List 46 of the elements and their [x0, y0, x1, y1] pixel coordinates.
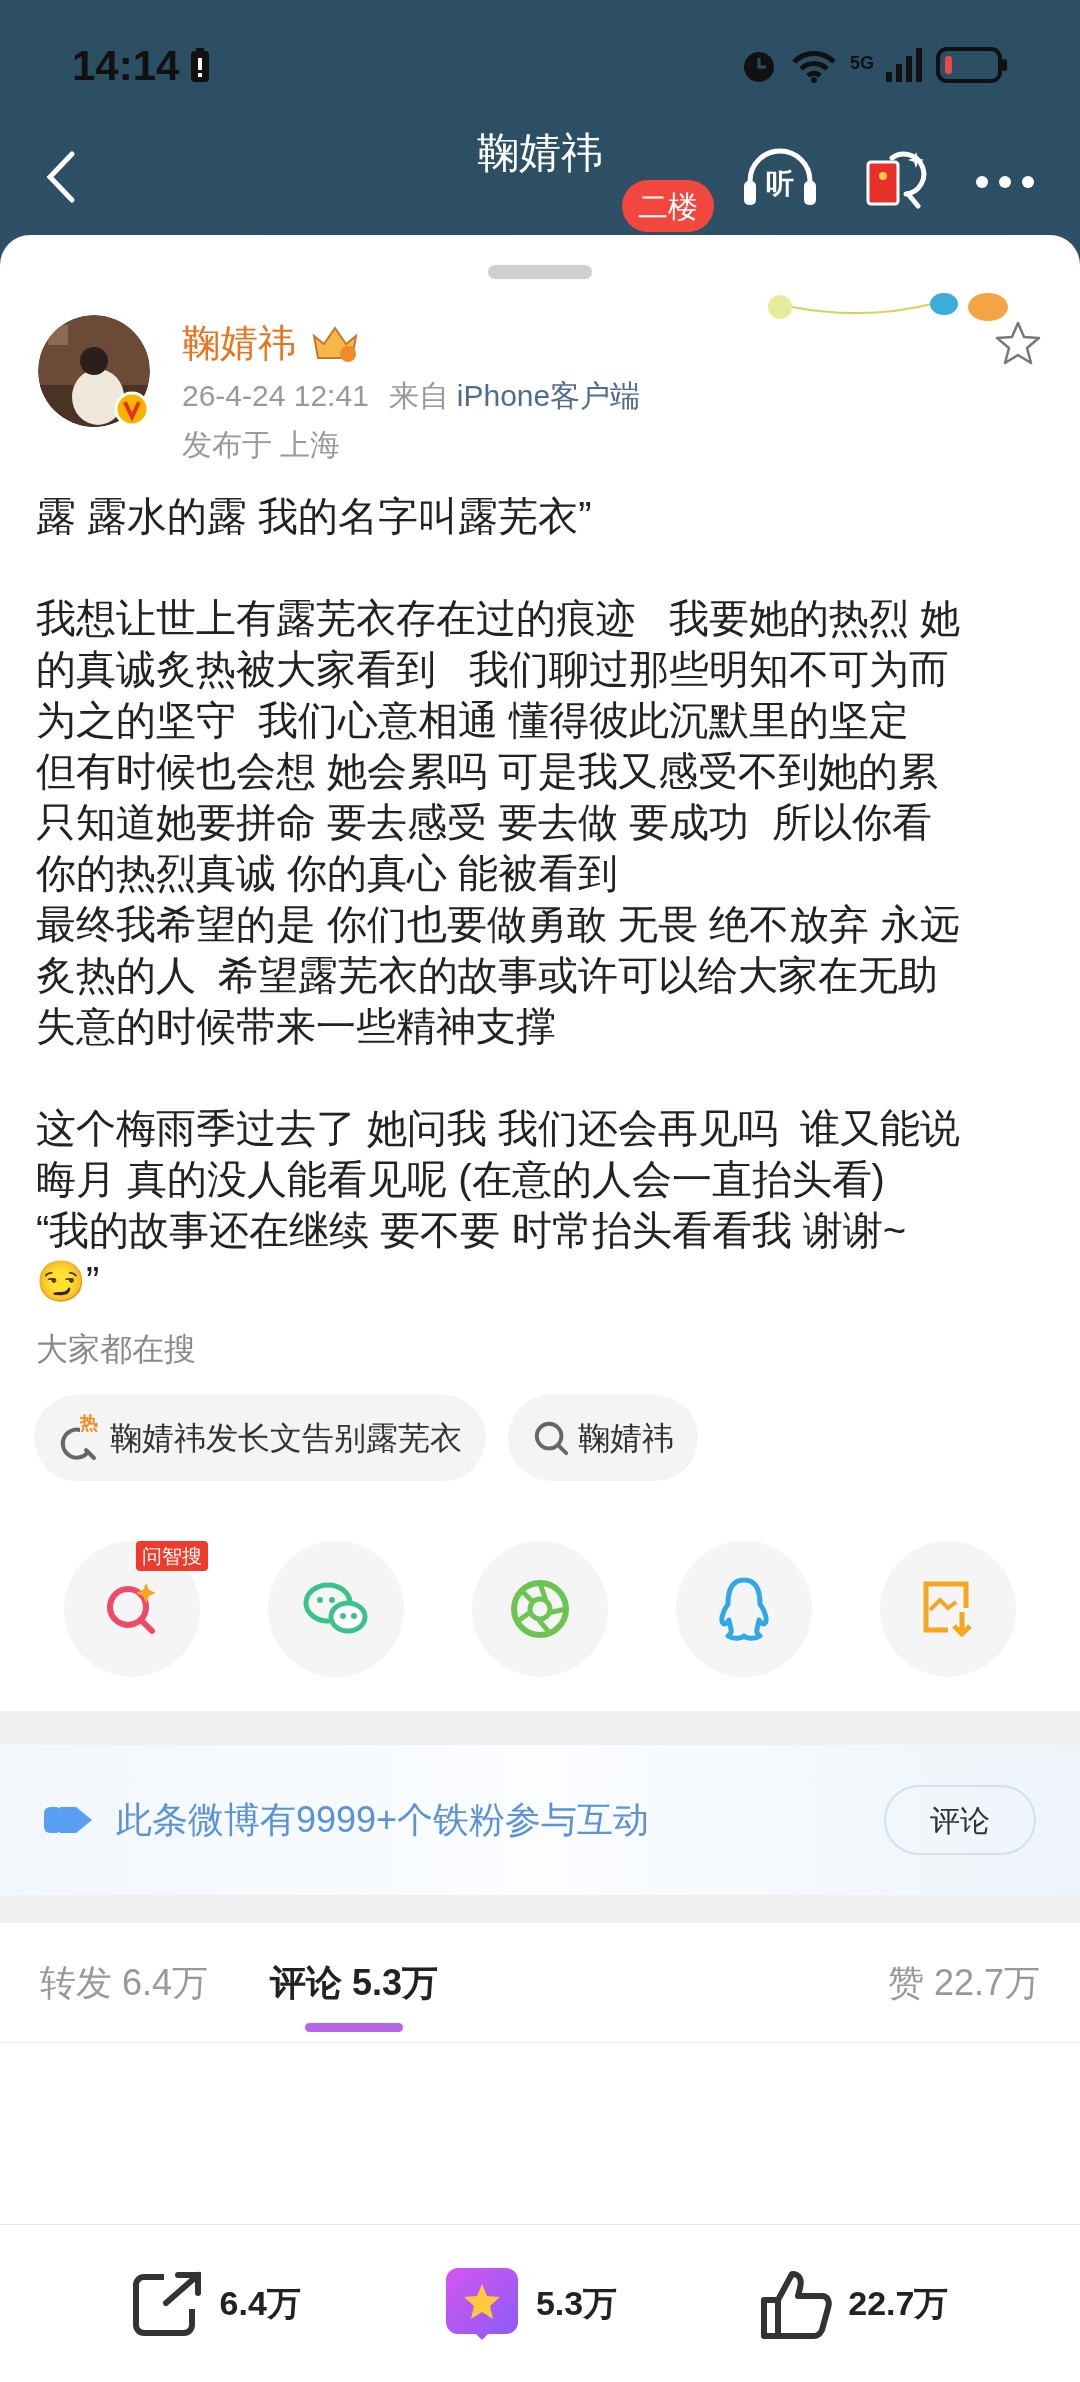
search-chip[interactable]: 热 鞠婧祎发长文告别露芜衣 [34, 1395, 486, 1481]
post-text-line: 最终我希望的是 你们也要做勇敢 无畏 绝不放弃 永远 [36, 901, 962, 948]
star-chat-icon [443, 2265, 520, 2342]
page-title: 鞠婧祎 [477, 132, 603, 174]
post-text-line: 这个梅雨季过去了 她问我 我们还会再见吗 谁又能说 [36, 1105, 962, 1152]
post-time: 26-4-24 12:41 [182, 378, 369, 414]
post-text-line: 我想让世上有露芜衣存在过的痕迹 我要她的热烈 她 [36, 595, 962, 642]
post-text-line: 的真诚炙热被大家看到 我们聊过那些明知不可为而 [36, 646, 951, 693]
verified-badge-icon [114, 391, 150, 427]
back-icon [46, 150, 76, 204]
action-button[interactable]: 22.7万 [760, 2267, 949, 2340]
comment-button[interactable]: 评论 [884, 1785, 1036, 1855]
action-button[interactable]: 6.4万 [131, 2270, 301, 2337]
battery-icon [936, 47, 1008, 83]
penguin-icon [716, 1576, 772, 1642]
floor-badge[interactable]: 二楼 [622, 180, 714, 232]
signal-icon [886, 48, 924, 82]
search-icon [532, 1419, 570, 1457]
post-text-line: 为之的坚守 我们心意相通 懂得彼此沉默里的坚定 [36, 697, 911, 744]
listen-button[interactable]: 听 [740, 142, 820, 212]
more-icon[interactable] [975, 175, 1035, 189]
post-text-line: 失意的时候带来一些精神支撑 [36, 1003, 557, 1050]
fans-banner-text: 此条微博有9999+个铁粉参与互动 [116, 1798, 651, 1842]
share-icon [131, 2270, 204, 2337]
aperture-icon [508, 1577, 572, 1641]
source-link[interactable]: iPhone客户端 [456, 373, 641, 418]
post-location: 发布于 上海 [182, 427, 342, 463]
post-text-line: 只知道她要拼命 要去感受 要去做 要成功 所以你看 [36, 799, 933, 846]
drag-handle[interactable] [488, 265, 592, 279]
post-text-line: 露 露水的露 我的名字叫露芜衣” [36, 493, 593, 540]
battery-saver-icon [191, 48, 210, 82]
post-text-line: 但有时候也会想 她会累吗 可是我又感受不到她的累 [36, 748, 940, 795]
new-badge: 问智搜 [136, 1541, 208, 1571]
clock-time: 14:14 [72, 40, 180, 91]
post-text-line: “我的故事还在继续 要不要 时常抬头看看我 谢谢~ [36, 1207, 908, 1254]
post-text-line: 你的热烈真诚 你的真心 能被看到 [36, 850, 620, 897]
action-button[interactable]: 5.3万 [443, 2265, 618, 2342]
search-chip[interactable]: 鞠婧祎 [508, 1395, 698, 1481]
source-prefix: 来自 [388, 378, 449, 414]
post-text-line: 😏” [36, 1258, 101, 1305]
post-text-line: 晦月 真的没人能看见呢 (在意的人会一直抬头看) [36, 1156, 886, 1203]
star-outline-icon[interactable] [994, 319, 1042, 367]
stats-tab[interactable]: 评论 5.3万 [270, 1923, 439, 2042]
trending-heading: 大家都在搜 [35, 1330, 197, 1369]
post-text-line: 炙热的人 希望露芜衣的故事或许可以给大家在无助 [36, 952, 940, 999]
network-label: 5G [850, 52, 874, 75]
